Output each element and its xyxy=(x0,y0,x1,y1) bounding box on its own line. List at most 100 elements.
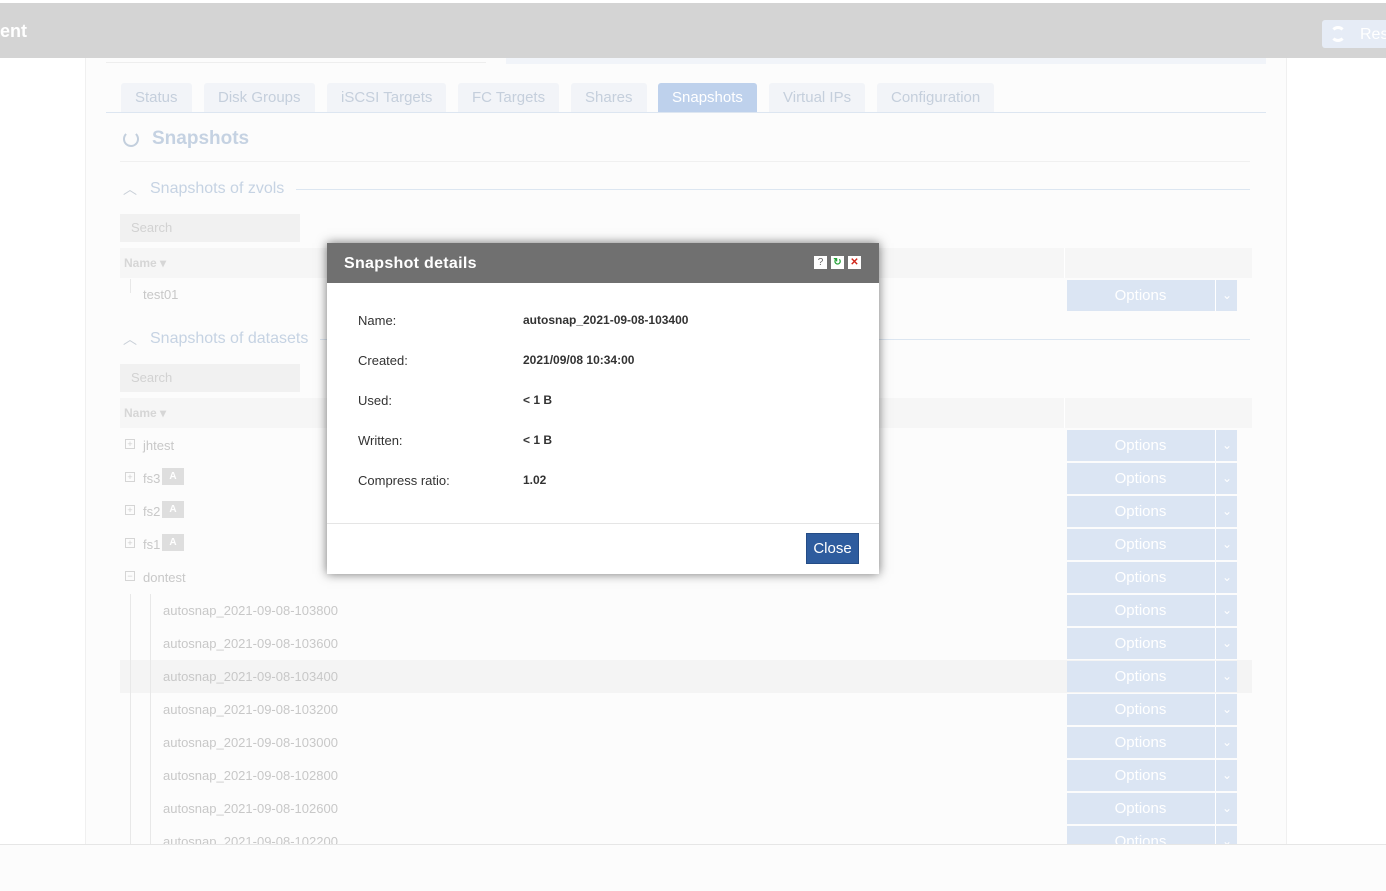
options-button[interactable]: Options ⌄ xyxy=(1067,430,1237,461)
name-column-header[interactable]: Name ▾ xyxy=(124,256,166,270)
detail-value: 2021/09/08 10:34:00 xyxy=(523,353,635,367)
chevron-down-icon[interactable]: ⌄ xyxy=(1217,430,1237,461)
row-name: fs1 xyxy=(143,537,161,552)
chevron-down-icon[interactable]: ⌄ xyxy=(1217,628,1237,659)
expand-icon[interactable]: + xyxy=(125,472,135,482)
row-name: test01 xyxy=(143,287,179,302)
detail-value: < 1 B xyxy=(523,393,553,407)
name-column-header[interactable]: Name ▾ xyxy=(124,406,166,420)
zvols-group-header[interactable]: ︿ Snapshots of zvols xyxy=(120,179,1250,199)
close-icon[interactable]: ✕ xyxy=(848,256,861,269)
zvols-search-input[interactable]: Search xyxy=(120,214,300,242)
expand-icon[interactable]: + xyxy=(125,439,135,449)
close-button[interactable]: Close xyxy=(806,533,859,564)
row-name: autosnap_2021-09-08-103000 xyxy=(163,735,338,750)
divider xyxy=(120,161,1250,162)
options-button[interactable]: Options ⌄ xyxy=(1067,595,1237,626)
snapshot-details-dialog: Snapshot details ? ↻ ✕ Name: autosnap_20… xyxy=(327,243,879,574)
detail-value: autosnap_2021-09-08-103400 xyxy=(523,313,689,327)
row-name: autosnap_2021-09-08-103400 xyxy=(163,669,338,684)
refresh-icon xyxy=(1330,26,1346,42)
table-row[interactable]: autosnap_2021-09-08-103200 Options ⌄ xyxy=(120,693,1252,726)
reset-button[interactable]: Res xyxy=(1322,20,1386,48)
chevron-down-icon[interactable]: ⌄ xyxy=(1217,496,1237,527)
detail-row-created: Created: 2021/09/08 10:34:00 xyxy=(358,353,858,371)
chevron-down-icon[interactable]: ⌄ xyxy=(1217,793,1237,824)
options-button[interactable]: Options ⌄ xyxy=(1067,661,1237,692)
table-row[interactable]: autosnap_2021-09-08-103000 Options ⌄ xyxy=(120,726,1252,759)
detail-row-name: Name: autosnap_2021-09-08-103400 xyxy=(358,313,858,331)
tab-shares[interactable]: Shares xyxy=(571,83,647,112)
chevron-down-icon[interactable]: ⌄ xyxy=(1217,562,1237,593)
datasets-search-input[interactable]: Search xyxy=(120,364,300,392)
options-button[interactable]: Options ⌄ xyxy=(1067,496,1237,527)
chevron-down-icon[interactable]: ⌄ xyxy=(1217,727,1237,758)
divider xyxy=(296,189,1250,190)
row-name: autosnap_2021-09-08-103600 xyxy=(163,636,338,651)
row-name: fs2 xyxy=(143,504,161,519)
chevron-down-icon[interactable]: ⌄ xyxy=(1217,595,1237,626)
tab-virtual-ips[interactable]: Virtual IPs xyxy=(769,83,866,112)
chevron-down-icon[interactable]: ⌄ xyxy=(1217,529,1237,560)
tab-fc-targets[interactable]: FC Targets xyxy=(458,83,560,112)
chevron-down-icon[interactable]: ⌄ xyxy=(1217,694,1237,725)
row-name: jhtest xyxy=(143,438,175,453)
options-button[interactable]: Options ⌄ xyxy=(1067,760,1237,791)
chevron-down-icon[interactable]: ⌄ xyxy=(1217,826,1237,844)
page-title: Snapshots xyxy=(152,128,250,149)
table-row[interactable]: autosnap_2021-09-08-103600 Options ⌄ xyxy=(120,627,1252,660)
top-bar: ent Res xyxy=(0,3,1386,58)
detail-label: Used: xyxy=(358,393,392,408)
divider xyxy=(327,523,879,524)
status-badge: A xyxy=(162,468,184,485)
options-button[interactable]: Options ⌄ xyxy=(1067,280,1237,311)
collapse-icon[interactable]: − xyxy=(125,571,135,581)
options-button[interactable]: Options ⌄ xyxy=(1067,694,1237,725)
row-name: autosnap_2021-09-08-102800 xyxy=(163,768,338,783)
row-name: fs3 xyxy=(143,471,161,486)
expand-icon[interactable]: + xyxy=(125,538,135,548)
table-row[interactable]: autosnap_2021-09-08-102800 Options ⌄ xyxy=(120,759,1252,792)
loading-icon xyxy=(123,131,139,147)
table-row[interactable]: autosnap_2021-09-08-102200 Options ⌄ xyxy=(120,825,1252,844)
tab-iscsi-targets[interactable]: iSCSI Targets xyxy=(327,83,447,112)
chevron-down-icon[interactable]: ⌄ xyxy=(1217,760,1237,791)
options-button[interactable]: Options ⌄ xyxy=(1067,826,1237,844)
detail-label: Compress ratio: xyxy=(358,473,450,488)
options-button[interactable]: Options ⌄ xyxy=(1067,628,1237,659)
help-icon[interactable]: ? xyxy=(814,256,827,269)
chevron-down-icon[interactable]: ⌄ xyxy=(1217,280,1237,311)
tab-configuration[interactable]: Configuration xyxy=(877,83,995,112)
pool-selector[interactable] xyxy=(506,58,1266,64)
reset-button-label: Res xyxy=(1360,26,1386,43)
detail-label: Name: xyxy=(358,313,397,328)
options-button[interactable]: Options ⌄ xyxy=(1067,529,1237,560)
tab-snapshots[interactable]: Snapshots xyxy=(658,83,757,112)
detail-value: < 1 B xyxy=(523,433,553,447)
chevron-up-icon: ︿ xyxy=(123,181,137,197)
dialog-title: Snapshot details xyxy=(344,255,477,272)
detail-label: Written: xyxy=(358,433,403,448)
row-name: autosnap_2021-09-08-103800 xyxy=(163,603,338,618)
tab-disk-groups[interactable]: Disk Groups xyxy=(204,83,315,112)
table-row-selected[interactable]: autosnap_2021-09-08-103400 Options ⌄ xyxy=(120,660,1252,693)
refresh-icon[interactable]: ↻ xyxy=(831,256,844,269)
options-button[interactable]: Options ⌄ xyxy=(1067,793,1237,824)
options-button[interactable]: Options ⌄ xyxy=(1067,463,1237,494)
expand-icon[interactable]: + xyxy=(125,505,135,515)
table-row[interactable]: autosnap_2021-09-08-102600 Options ⌄ xyxy=(120,792,1252,825)
chevron-down-icon[interactable]: ⌄ xyxy=(1217,661,1237,692)
options-button[interactable]: Options ⌄ xyxy=(1067,727,1237,758)
table-row[interactable]: autosnap_2021-09-08-103800 Options ⌄ xyxy=(120,594,1252,627)
chevron-down-icon[interactable]: ⌄ xyxy=(1217,463,1237,494)
detail-value: 1.02 xyxy=(523,473,547,487)
options-button[interactable]: Options ⌄ xyxy=(1067,562,1237,593)
detail-row-used: Used: < 1 B xyxy=(358,393,858,411)
node-selector[interactable] xyxy=(106,58,486,63)
detail-row-written: Written: < 1 B xyxy=(358,433,858,451)
tab-status[interactable]: Status xyxy=(121,83,192,112)
status-badge: A xyxy=(162,534,184,551)
app-title: ent xyxy=(0,21,27,41)
chevron-up-icon: ︿ xyxy=(123,331,137,347)
dialog-header[interactable]: Snapshot details ? ↻ ✕ xyxy=(327,243,879,283)
